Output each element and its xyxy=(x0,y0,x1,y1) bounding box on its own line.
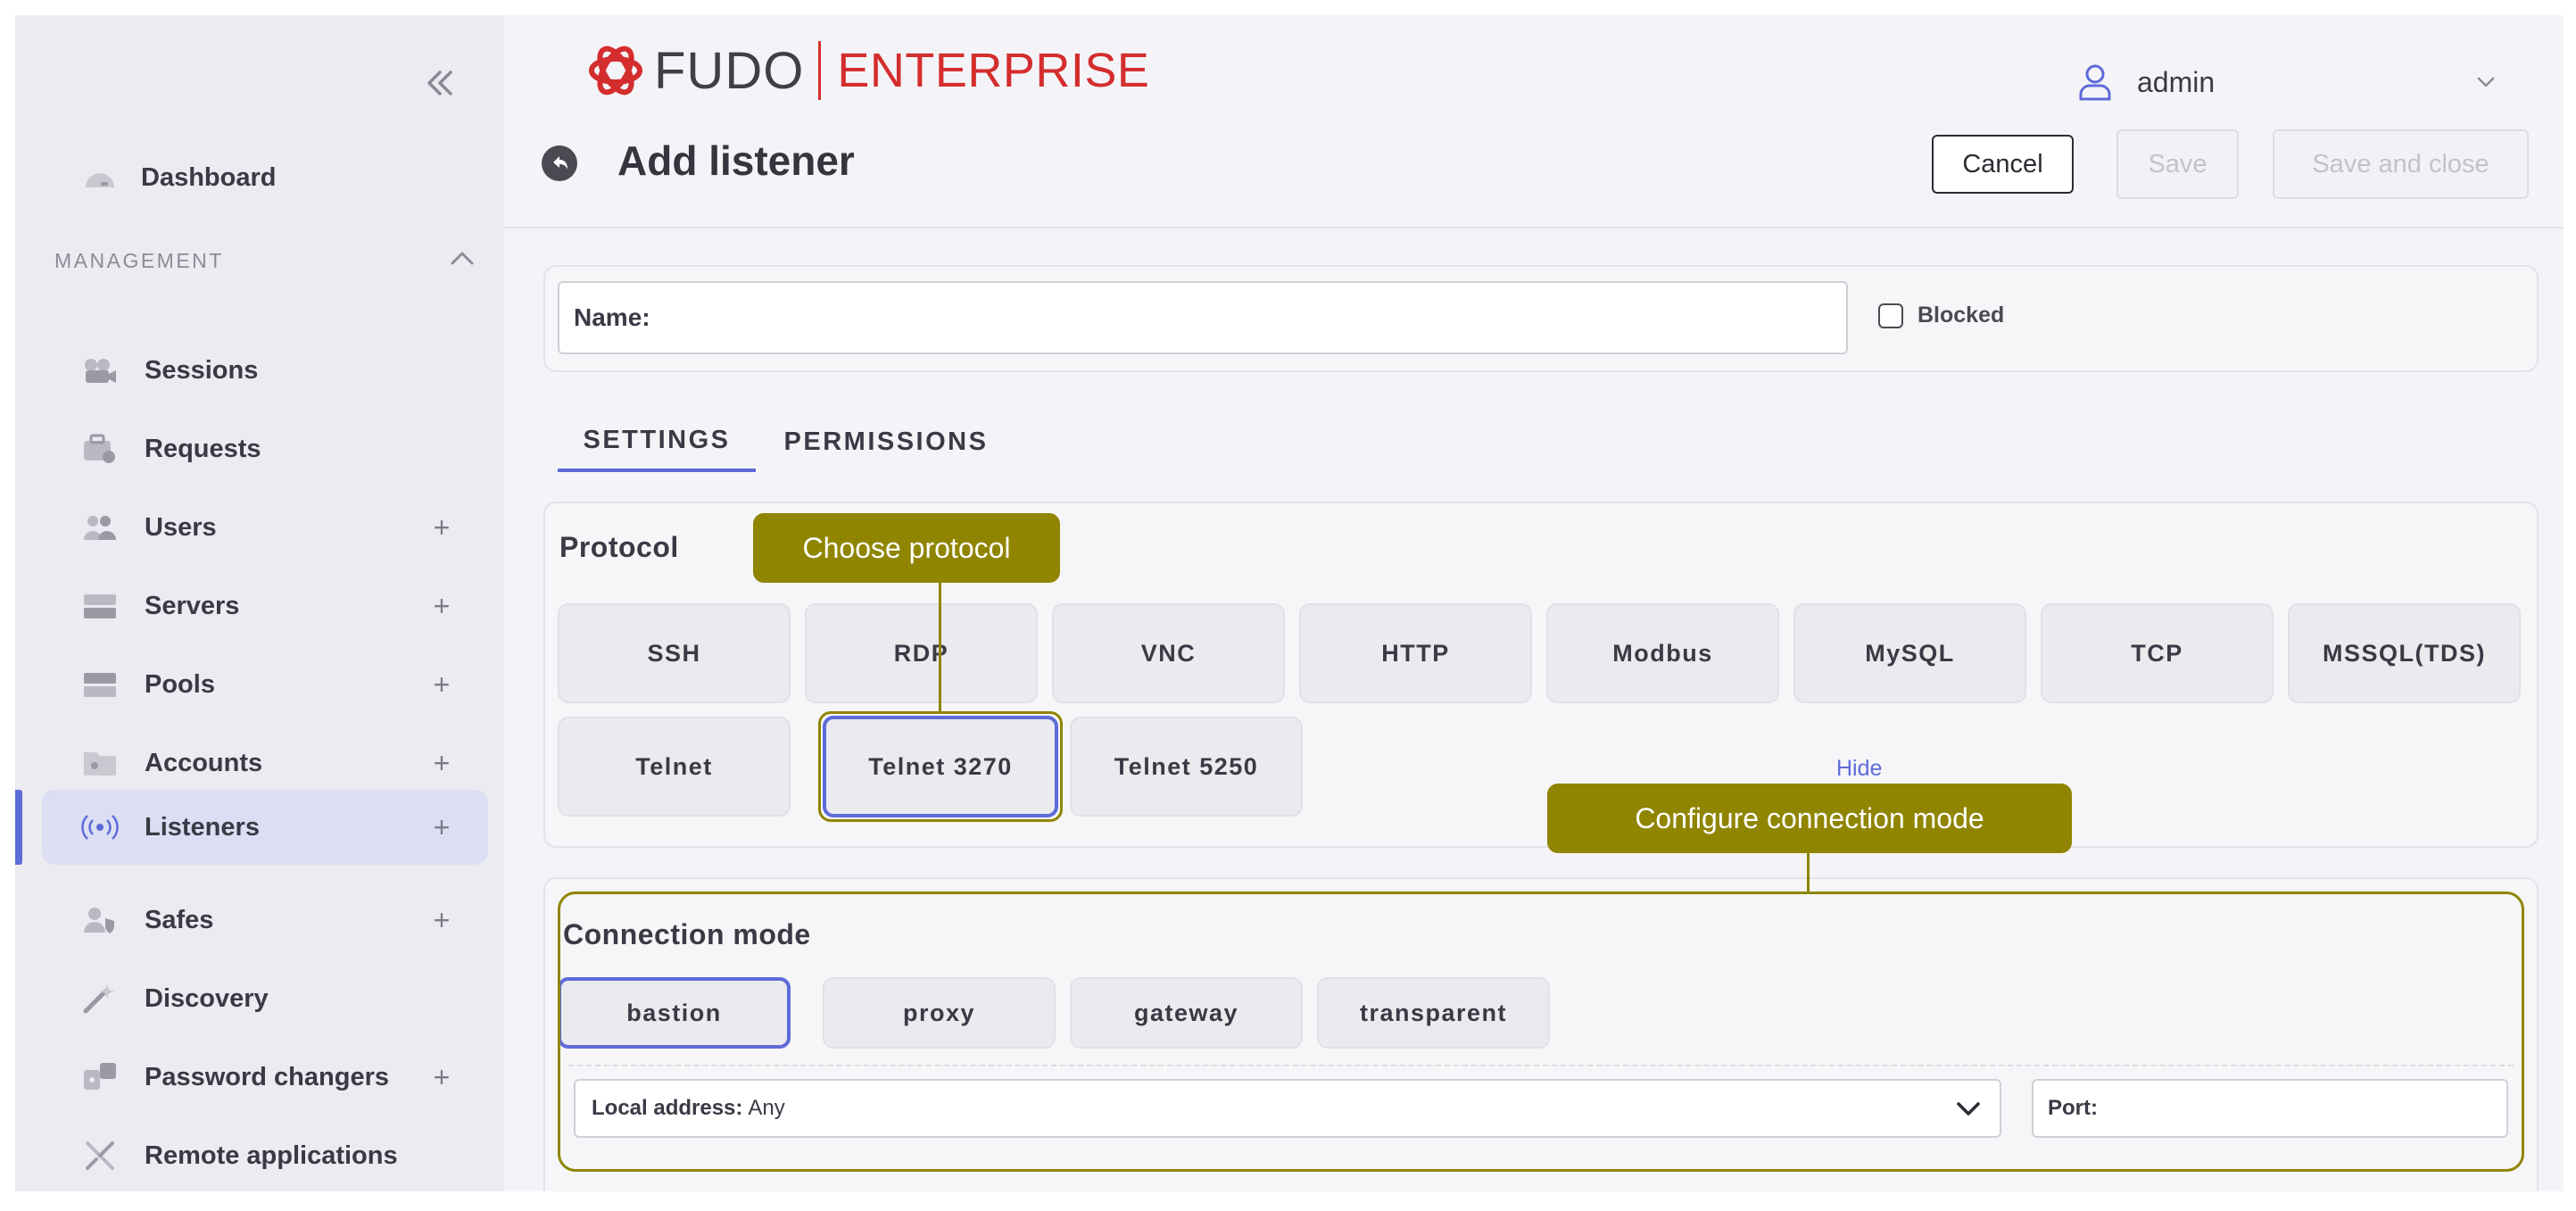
discovery-icon xyxy=(81,980,119,1017)
add-icon[interactable] xyxy=(428,357,455,384)
back-button[interactable] xyxy=(542,145,577,181)
logo-divider xyxy=(818,41,822,100)
collapse-sidebar-button[interactable] xyxy=(415,60,465,106)
requests-icon xyxy=(81,430,119,468)
sidebar-item-label: Listeners xyxy=(145,812,260,842)
sidebar-item-label: Sessions xyxy=(145,355,259,385)
user-icon xyxy=(2079,64,2111,101)
dashboard-icon xyxy=(81,159,119,196)
user-name: admin xyxy=(2137,65,2216,98)
sidebar-item-label: Remote applications xyxy=(145,1140,398,1170)
servers-icon xyxy=(81,587,119,625)
listeners-icon xyxy=(81,809,119,846)
chevron-up-icon[interactable] xyxy=(447,244,477,274)
protocol-button-mysql[interactable]: MySQL xyxy=(1793,603,2026,703)
sidebar-item-label: Accounts xyxy=(145,748,263,777)
protocol-button-ssh[interactable]: SSH xyxy=(558,603,791,703)
add-icon[interactable]: + xyxy=(428,670,455,699)
protocol-button-http[interactable]: HTTP xyxy=(1299,603,1532,703)
blocked-label: Blocked xyxy=(1918,303,2005,328)
name-label: Name: xyxy=(574,303,650,331)
annotation-connector xyxy=(939,583,941,713)
main-content: FUDO ENTERPRISE admin Add listener Cance… xyxy=(504,15,2564,1191)
add-icon[interactable] xyxy=(428,985,455,1012)
back-arrow-icon xyxy=(553,156,567,170)
protocol-button-modbus[interactable]: Modbus xyxy=(1546,603,1779,703)
edition-name: ENTERPRISE xyxy=(837,44,1150,97)
protocol-title: Protocol xyxy=(559,531,679,563)
app-window: Dashboard MANAGEMENT Sessions Requests U… xyxy=(15,15,2564,1191)
sidebar: Dashboard MANAGEMENT Sessions Requests U… xyxy=(15,15,504,1191)
users-icon xyxy=(81,509,119,546)
add-icon[interactable]: + xyxy=(428,1063,455,1091)
tab-permissions[interactable]: PERMISSIONS xyxy=(779,411,993,472)
blocked-option[interactable]: Blocked xyxy=(1878,303,2004,328)
sidebar-item-label: Users xyxy=(145,512,217,542)
sidebar-item-label: Requests xyxy=(145,434,261,463)
annotation-outline-telnet-3270 xyxy=(818,711,1063,822)
sidebar-item-label: Pools xyxy=(145,669,215,699)
user-menu[interactable]: admin xyxy=(2073,51,2495,113)
header-divider xyxy=(504,227,2564,228)
sidebar-item-discovery[interactable]: Discovery xyxy=(42,961,488,1036)
add-icon[interactable]: + xyxy=(428,592,455,620)
sidebar-item-servers[interactable]: Servers + xyxy=(42,568,488,643)
sidebar-item-listeners[interactable]: Listeners + xyxy=(42,790,488,865)
hide-protocols-link[interactable]: Hide xyxy=(1836,756,1882,782)
add-icon[interactable]: + xyxy=(428,513,455,542)
add-icon[interactable]: + xyxy=(428,749,455,777)
accounts-icon xyxy=(81,744,119,782)
protocol-button-tcp[interactable]: TCP xyxy=(2041,603,2274,703)
sidebar-item-dashboard[interactable]: Dashboard xyxy=(42,140,488,215)
brand-name: FUDO xyxy=(654,41,805,100)
section-header-management: MANAGEMENT xyxy=(54,249,224,272)
double-chevron-left-icon xyxy=(427,71,452,95)
sidebar-item-pools[interactable]: Pools + xyxy=(42,647,488,722)
protocol-button-vnc[interactable]: VNC xyxy=(1052,603,1285,703)
blocked-checkbox[interactable] xyxy=(1878,303,1903,328)
sidebar-item-sessions[interactable]: Sessions xyxy=(42,333,488,408)
active-indicator xyxy=(15,790,22,865)
page-title: Add listener xyxy=(617,137,855,184)
callout-choose-protocol: Choose protocol xyxy=(753,513,1060,583)
cancel-button[interactable]: Cancel xyxy=(1932,135,2074,194)
protocol-button-mssql[interactable]: MSSQL(TDS) xyxy=(2288,603,2521,703)
add-icon[interactable]: + xyxy=(428,813,455,842)
protocol-button-telnet[interactable]: Telnet xyxy=(558,717,791,817)
callout-configure-connection-mode: Configure connection mode xyxy=(1547,784,2072,853)
fudo-logo-icon xyxy=(589,46,642,95)
sidebar-item-password-changers[interactable]: Password changers + xyxy=(42,1040,488,1115)
add-icon[interactable] xyxy=(428,1142,455,1169)
sessions-icon xyxy=(81,352,119,389)
sidebar-item-label: Discovery xyxy=(145,983,269,1013)
sidebar-item-safes[interactable]: Safes + xyxy=(42,883,488,958)
sidebar-item-remote-applications[interactable]: Remote applications xyxy=(42,1118,488,1193)
sidebar-item-users[interactable]: Users + xyxy=(42,490,488,565)
add-icon[interactable] xyxy=(428,435,455,462)
chevron-down-icon xyxy=(2477,77,2495,87)
safes-icon xyxy=(81,901,119,939)
password-changers-icon xyxy=(81,1058,119,1096)
pools-icon xyxy=(81,666,119,703)
fudo-logo: FUDO ENTERPRISE xyxy=(586,38,1149,103)
sidebar-item-label: Safes xyxy=(145,905,214,934)
name-field[interactable]: Name: xyxy=(558,281,1848,354)
save-and-close-button[interactable]: Save and close xyxy=(2273,129,2529,199)
tab-settings[interactable]: SETTINGS xyxy=(558,411,756,472)
add-icon[interactable]: + xyxy=(428,906,455,934)
sidebar-item-label: Servers xyxy=(145,591,240,620)
sidebar-item-label: Password changers xyxy=(145,1062,389,1091)
remote-applications-icon xyxy=(81,1137,119,1174)
protocol-button-telnet-5250[interactable]: Telnet 5250 xyxy=(1070,717,1303,817)
annotation-outline-connection-mode xyxy=(558,892,2524,1172)
sidebar-item-label: Dashboard xyxy=(141,162,277,192)
sidebar-item-requests[interactable]: Requests xyxy=(42,411,488,486)
annotation-connector xyxy=(1807,853,1810,892)
save-button[interactable]: Save xyxy=(2116,129,2239,199)
protocol-button-rdp[interactable]: RDP xyxy=(805,603,1038,703)
